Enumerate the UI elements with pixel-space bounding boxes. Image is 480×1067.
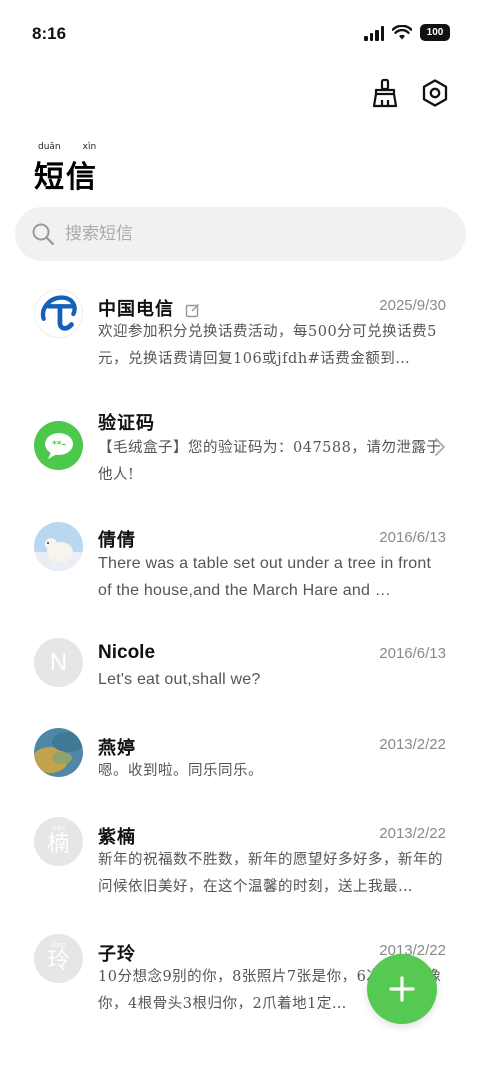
list-item[interactable]: 倩倩 2016/6/13 There was a table set out u… [0,522,480,632]
message-preview: Let's eat out,shall we? [98,671,261,688]
message-preview: 嗯。收到啦。同乐同乐。 [98,763,263,779]
page-title: 短信 [34,160,98,195]
top-actions [368,76,452,110]
list-item[interactable]: nán 楠 紫楠 2013/2/22 新年的祝福数不胜数，新年的愿望好多好多，新… [0,817,480,927]
avatar: líng 玲 [34,934,83,983]
plus-icon [389,976,415,1002]
avatar: nán 楠 [34,817,83,866]
status-icons: 100 [364,24,450,41]
sender-name: 燕婷 [98,738,136,759]
message-preview: 【毛绒盒子】您的验证码为：047588，请勿泄露于他人! [98,440,442,483]
clean-button[interactable] [368,76,402,110]
sea-photo [34,728,83,777]
gear-icon [422,79,448,107]
message-date: 2016/6/13 [379,645,446,662]
broom-icon [372,78,398,108]
chevron-right-icon [435,438,445,456]
sender-name: 倩倩 [98,530,136,551]
wifi-icon [392,24,412,39]
sender-name: 紫楠 [98,827,136,848]
search-input[interactable] [65,224,425,244]
message-preview: 欢迎参加积分兑换话费活动，每500分可兑换话费5元，兑换话费请回复106或jfd… [98,324,437,367]
list-item[interactable]: **– 验证码 【毛绒盒子】您的验证码为：047588，请勿泄露于他人! [0,405,480,515]
list-item[interactable]: 中国电信 2025/9/30 欢迎参加积分兑换话费活动，每500分可兑换话费5元… [0,285,480,395]
china-telecom-logo [34,289,83,338]
sender-name: 验证码 [98,413,155,434]
page-title-block: duǎn xìn 短信 [34,142,98,196]
signal-icon [364,25,384,41]
message-bubble-icon: **– [34,421,83,470]
title-pinyin: duǎn xìn [38,142,97,152]
battery-indicator: 100 [420,24,450,41]
search-bar[interactable] [15,207,466,261]
avatar: N [34,638,83,687]
new-message-button[interactable] [367,954,437,1024]
message-preview: There was a table set out under a tree i… [98,555,432,599]
search-icon [32,223,55,246]
sender-name: 中国电信 [98,295,200,321]
edit-icon [186,303,200,317]
message-date: 2025/9/30 [379,297,446,314]
message-date: 2013/2/22 [379,825,446,842]
sender-name: Nicole [98,642,156,663]
status-time: 8:16 [32,24,67,43]
message-preview: 新年的祝福数不胜数，新年的愿望好多好多，新年的问候依旧美好，在这个温馨的时刻，送… [98,852,443,895]
settings-button[interactable] [418,76,452,110]
message-date: 2013/2/22 [379,736,446,753]
sender-name: 子玲 [98,944,136,965]
message-date: 2016/6/13 [379,529,446,546]
status-bar: 8:16 100 [0,0,480,64]
polar-bear-photo [34,522,83,571]
svg-text:**–: **– [52,440,66,450]
